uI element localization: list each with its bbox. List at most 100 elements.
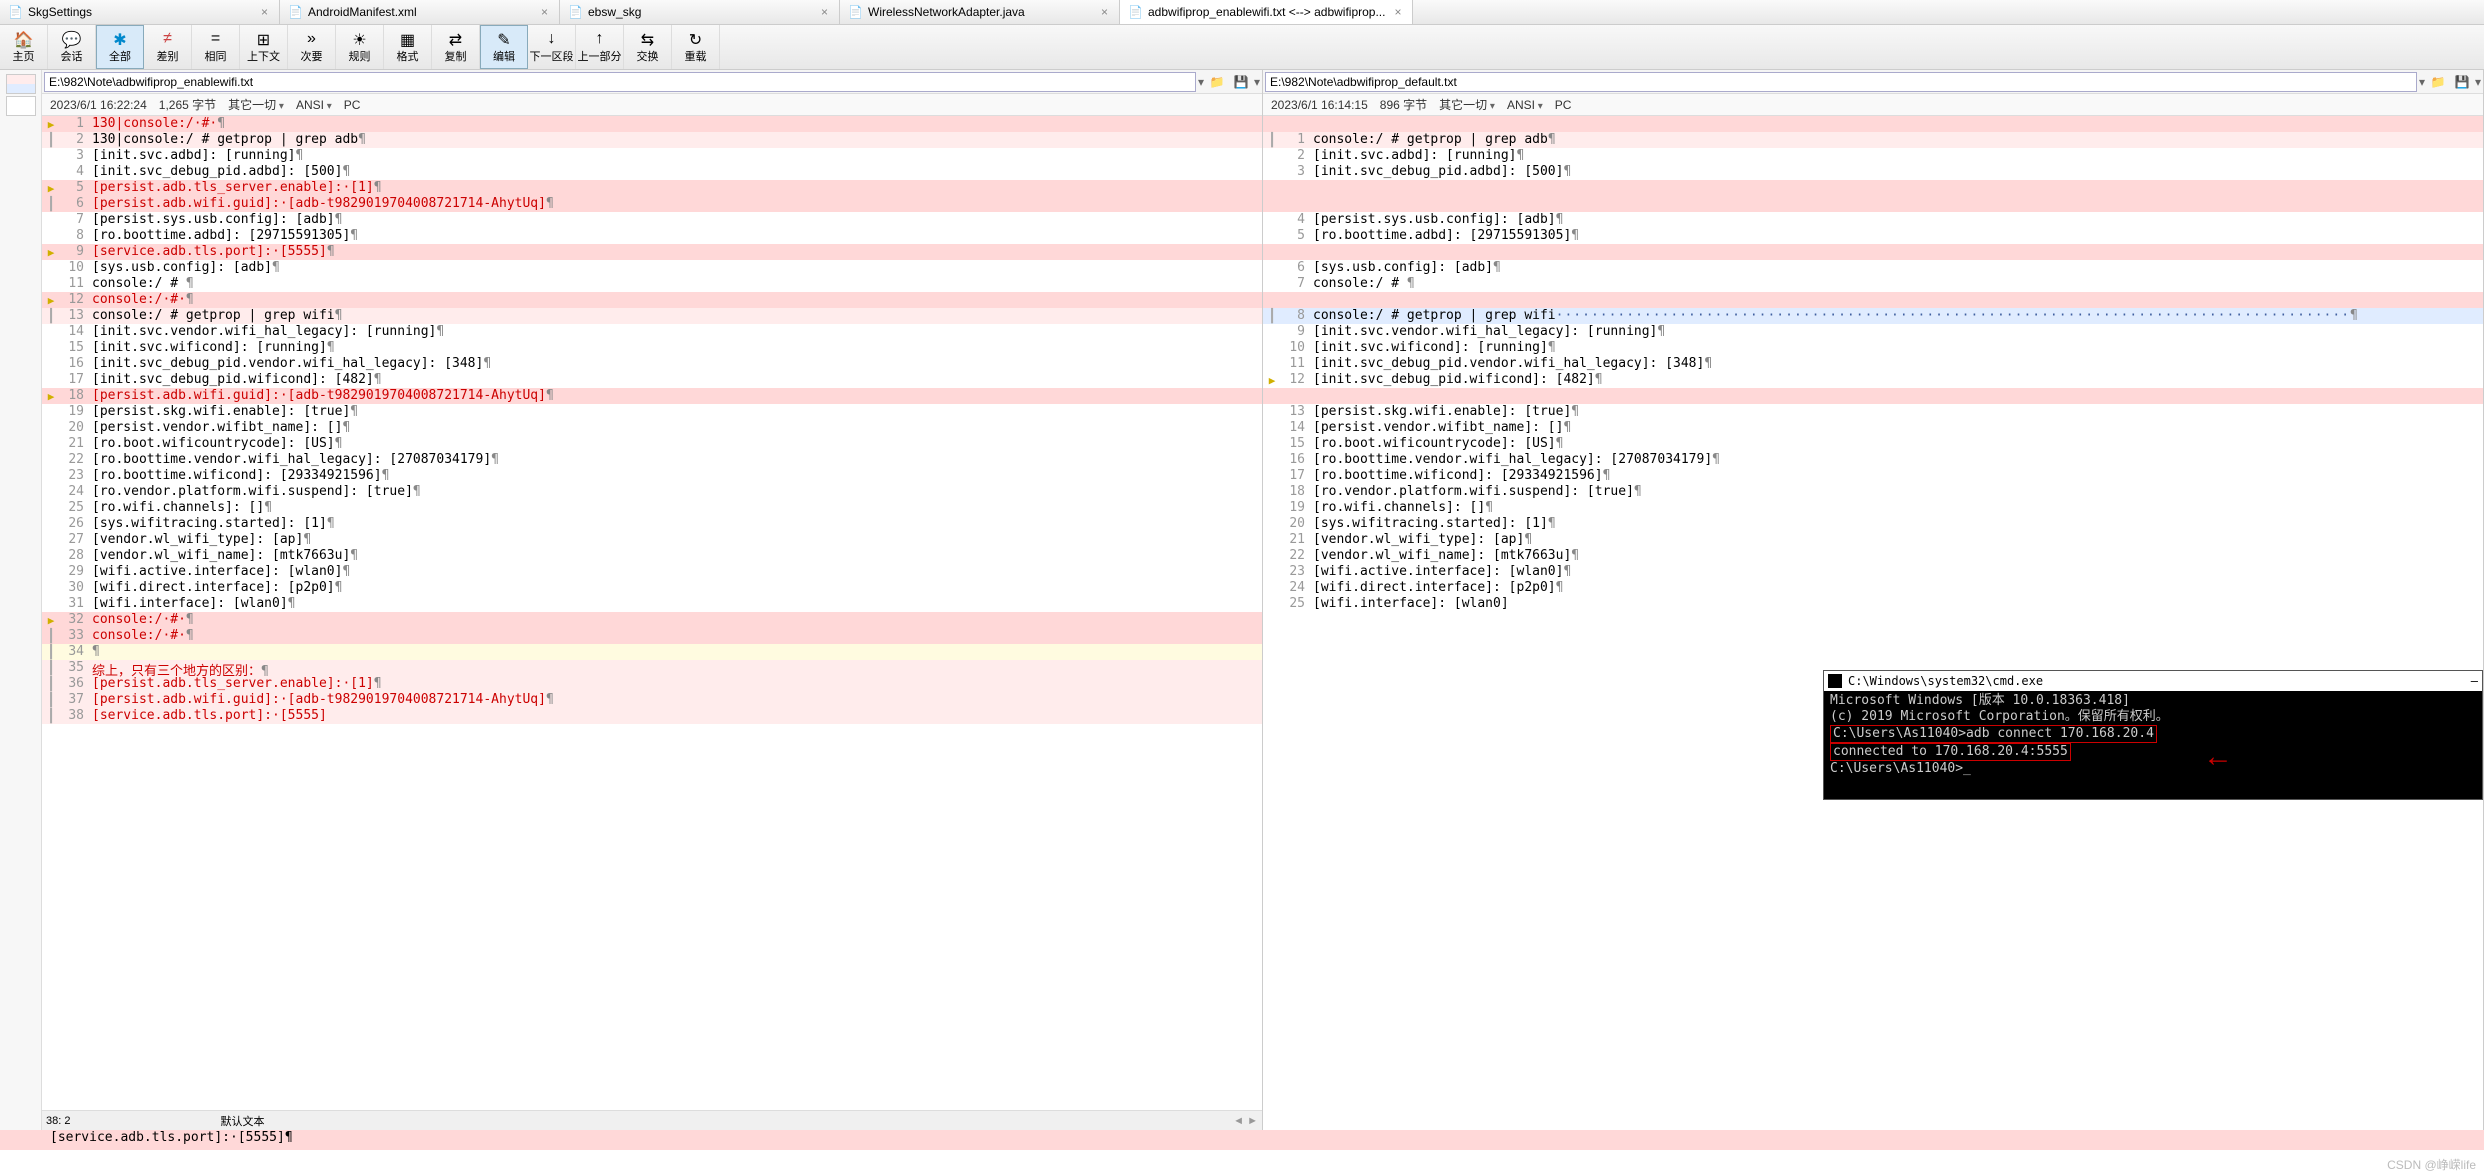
code-line[interactable]: 25[ro.wifi.channels]: []¶	[42, 500, 1262, 516]
right-editor[interactable]: ┃1console:/ # getprop | grep adb¶2[init.…	[1263, 116, 2483, 1130]
copy-button[interactable]: ⇄复制	[432, 25, 480, 69]
code-line[interactable]: 21[vendor.wl_wifi_type]: [ap]¶	[1263, 532, 2483, 548]
code-line[interactable]: 31[wifi.interface]: [wlan0]¶	[42, 596, 1262, 612]
code-line[interactable]: ▶12[init.svc_debug_pid.wificond]: [482]¶	[1263, 372, 2483, 388]
code-line[interactable]	[1263, 292, 2483, 308]
code-line[interactable]: ┃13console:/ # getprop | grep wifi¶	[42, 308, 1262, 324]
code-line[interactable]: ▶12console:/·#·¶	[42, 292, 1262, 308]
rules-button[interactable]: ☀规则	[336, 25, 384, 69]
code-line[interactable]: ┃1console:/ # getprop | grep adb¶	[1263, 132, 2483, 148]
code-line[interactable]	[1263, 388, 2483, 404]
swap-button[interactable]: ⇆交换	[624, 25, 672, 69]
code-line[interactable]: ┃38[service.adb.tls.port]:·[5555]	[42, 708, 1262, 724]
code-line[interactable]	[1263, 244, 2483, 260]
left-editor[interactable]: ▶1130|console:/·#·¶┃2130|console:/ # get…	[42, 116, 1262, 1110]
code-line[interactable]: 10[init.svc.wificond]: [running]¶	[1263, 340, 2483, 356]
code-line[interactable]: ▶18[persist.adb.wifi.guid]:·[adb-t982901…	[42, 388, 1262, 404]
code-line[interactable]: 27[vendor.wl_wifi_type]: [ap]¶	[42, 532, 1262, 548]
code-line[interactable]: 17[ro.boottime.wificond]: [29334921596]¶	[1263, 468, 2483, 484]
code-line[interactable]: 7console:/ # ¶	[1263, 276, 2483, 292]
thumb-icon[interactable]	[6, 96, 36, 116]
code-line[interactable]: 3[init.svc_debug_pid.adbd]: [500]¶	[1263, 164, 2483, 180]
code-line[interactable]: 26[sys.wifitracing.started]: [1]¶	[42, 516, 1262, 532]
code-line[interactable]: ┃35综上，只有三个地方的区别：¶	[42, 660, 1262, 676]
nextsec-button[interactable]: ↓下一区段	[528, 25, 576, 69]
same-button[interactable]: =相同	[192, 25, 240, 69]
close-icon[interactable]: ×	[1098, 5, 1111, 19]
code-line[interactable]: 24[wifi.direct.interface]: [p2p0]¶	[1263, 580, 2483, 596]
thumb-icon[interactable]	[6, 74, 36, 94]
all-button[interactable]: ✱全部	[96, 25, 144, 69]
close-icon[interactable]: ×	[538, 5, 551, 19]
tab-adbwifiprop_enablewifi-txt-adbwifiprop-[interactable]: 📄adbwifiprop_enablewifi.txt <--> adbwifi…	[1120, 0, 1413, 24]
code-line[interactable]: 8[ro.boottime.adbd]: [29715591305]¶	[42, 228, 1262, 244]
code-line[interactable]: ┃2130|console:/ # getprop | grep adb¶	[42, 132, 1262, 148]
code-line[interactable]: 21[ro.boot.wificountrycode]: [US]¶	[42, 436, 1262, 452]
code-line[interactable]: 25[wifi.interface]: [wlan0]	[1263, 596, 2483, 612]
edit-button[interactable]: ✎编辑	[480, 25, 528, 69]
code-line[interactable]	[1263, 180, 2483, 196]
code-line[interactable]: ┃36[persist.adb.tls_server.enable]:·[1]¶	[42, 676, 1262, 692]
code-line[interactable]: 3[init.svc.adbd]: [running]¶	[42, 148, 1262, 164]
code-line[interactable]: 5[ro.boottime.adbd]: [29715591305]¶	[1263, 228, 2483, 244]
close-icon[interactable]: ×	[258, 5, 271, 19]
tab-wirelessnetworkadapter-java[interactable]: 📄WirelessNetworkAdapter.java×	[840, 0, 1120, 24]
code-line[interactable]: ▶9[service.adb.tls.port]:·[5555]¶	[42, 244, 1262, 260]
code-line[interactable]: 14[persist.vendor.wifibt_name]: []¶	[1263, 420, 2483, 436]
prevsec-button[interactable]: ↑上一部分	[576, 25, 624, 69]
code-line[interactable]: 30[wifi.direct.interface]: [p2p0]¶	[42, 580, 1262, 596]
code-line[interactable]: 20[persist.vendor.wifibt_name]: []¶	[42, 420, 1262, 436]
code-line[interactable]: 16[ro.boottime.vendor.wifi_hal_legacy]: …	[1263, 452, 2483, 468]
open-folder-icon[interactable]: 📁	[1206, 72, 1228, 92]
code-line[interactable]: 19[persist.skg.wifi.enable]: [true]¶	[42, 404, 1262, 420]
code-line[interactable]: 2[init.svc.adbd]: [running]¶	[1263, 148, 2483, 164]
reload-button[interactable]: ↻重载	[672, 25, 720, 69]
code-line[interactable]	[1263, 116, 2483, 132]
code-line[interactable]: ┃34¶	[42, 644, 1262, 660]
diff-button[interactable]: ≠差别	[144, 25, 192, 69]
minor-button[interactable]: »次要	[288, 25, 336, 69]
close-icon[interactable]: ×	[818, 5, 831, 19]
code-line[interactable]: 19[ro.wifi.channels]: []¶	[1263, 500, 2483, 516]
minimize-icon[interactable]: —	[2471, 674, 2478, 688]
save-icon[interactable]: 💾	[1230, 72, 1252, 92]
code-line[interactable]: 15[init.svc.wificond]: [running]¶	[42, 340, 1262, 356]
code-line[interactable]: 22[ro.boottime.vendor.wifi_hal_legacy]: …	[42, 452, 1262, 468]
code-line[interactable]: 6[sys.usb.config]: [adb]¶	[1263, 260, 2483, 276]
code-line[interactable]: 28[vendor.wl_wifi_name]: [mtk7663u]¶	[42, 548, 1262, 564]
code-line[interactable]: 4[persist.sys.usb.config]: [adb]¶	[1263, 212, 2483, 228]
code-line[interactable]	[1263, 196, 2483, 212]
code-line[interactable]: ┃8console:/ # getprop | grep wifi·······…	[1263, 308, 2483, 324]
code-line[interactable]: 24[ro.vendor.platform.wifi.suspend]: [tr…	[42, 484, 1262, 500]
format-button[interactable]: ▦格式	[384, 25, 432, 69]
code-line[interactable]: 20[sys.wifitracing.started]: [1]¶	[1263, 516, 2483, 532]
right-path-input[interactable]	[1265, 72, 2417, 92]
cmd-window[interactable]: C:\Windows\system32\cmd.exe — Microsoft …	[1823, 670, 2483, 800]
session-button[interactable]: 💬会话	[48, 25, 96, 69]
tab-ebsw_skg[interactable]: 📄ebsw_skg×	[560, 0, 840, 24]
code-line[interactable]: 18[ro.vendor.platform.wifi.suspend]: [tr…	[1263, 484, 2483, 500]
tab-skgsettings[interactable]: 📄SkgSettings×	[0, 0, 280, 24]
code-line[interactable]: 23[ro.boottime.wificond]: [29334921596]¶	[42, 468, 1262, 484]
tab-androidmanifest-xml[interactable]: 📄AndroidManifest.xml×	[280, 0, 560, 24]
code-line[interactable]: 9[init.svc.vendor.wifi_hal_legacy]: [run…	[1263, 324, 2483, 340]
code-line[interactable]: 15[ro.boot.wificountrycode]: [US]¶	[1263, 436, 2483, 452]
open-folder-icon[interactable]: 📁	[2427, 72, 2449, 92]
code-line[interactable]: 16[init.svc_debug_pid.vendor.wifi_hal_le…	[42, 356, 1262, 372]
code-line[interactable]: 10[sys.usb.config]: [adb]¶	[42, 260, 1262, 276]
code-line[interactable]: 13[persist.skg.wifi.enable]: [true]¶	[1263, 404, 2483, 420]
save-icon[interactable]: 💾	[2451, 72, 2473, 92]
code-line[interactable]: ▶32console:/·#·¶	[42, 612, 1262, 628]
code-line[interactable]: ▶5[persist.adb.tls_server.enable]:·[1]¶	[42, 180, 1262, 196]
code-line[interactable]: 7[persist.sys.usb.config]: [adb]¶	[42, 212, 1262, 228]
code-line[interactable]: ┃33console:/·#·¶	[42, 628, 1262, 644]
code-line[interactable]: ┃6[persist.adb.wifi.guid]:·[adb-t9829019…	[42, 196, 1262, 212]
code-line[interactable]: 29[wifi.active.interface]: [wlan0]¶	[42, 564, 1262, 580]
code-line[interactable]: 23[wifi.active.interface]: [wlan0]¶	[1263, 564, 2483, 580]
code-line[interactable]: 11[init.svc_debug_pid.vendor.wifi_hal_le…	[1263, 356, 2483, 372]
left-path-input[interactable]	[44, 72, 1196, 92]
context-button[interactable]: ⊞上下文	[240, 25, 288, 69]
code-line[interactable]: 11console:/ # ¶	[42, 276, 1262, 292]
code-line[interactable]: ┃37[persist.adb.wifi.guid]:·[adb-t982901…	[42, 692, 1262, 708]
code-line[interactable]: 22[vendor.wl_wifi_name]: [mtk7663u]¶	[1263, 548, 2483, 564]
